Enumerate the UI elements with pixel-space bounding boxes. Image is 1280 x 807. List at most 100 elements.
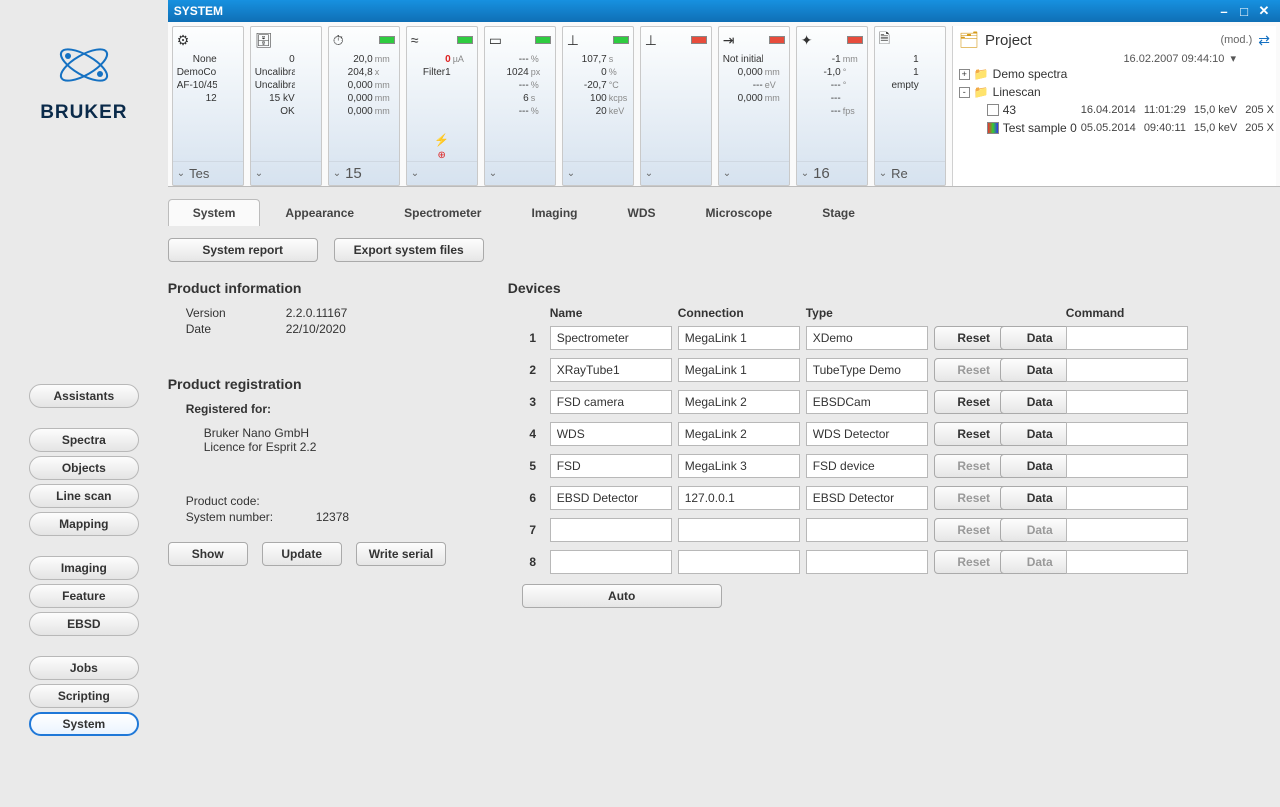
write-serial-button[interactable]: Write serial bbox=[356, 542, 446, 566]
chevron-down-icon[interactable]: ⌄ bbox=[489, 168, 497, 179]
device-type-input[interactable] bbox=[806, 390, 928, 414]
tab-wds[interactable]: WDS bbox=[603, 199, 681, 226]
nav-scripting[interactable]: Scripting bbox=[29, 684, 139, 708]
nav-line-scan[interactable]: Line scan bbox=[29, 484, 139, 508]
device-conn-input[interactable] bbox=[678, 518, 800, 542]
tab-imaging[interactable]: Imaging bbox=[506, 199, 602, 226]
device-command-input[interactable] bbox=[1066, 358, 1188, 382]
device-command-input[interactable] bbox=[1066, 550, 1188, 574]
device-type-input[interactable] bbox=[806, 486, 928, 510]
tree-row[interactable]: -📁Linescan bbox=[959, 83, 1274, 101]
row-number: 1 bbox=[522, 331, 544, 345]
device-type-input[interactable] bbox=[806, 550, 928, 574]
device-name-input[interactable] bbox=[550, 422, 672, 446]
auto-button[interactable]: Auto bbox=[522, 584, 722, 608]
device-command-input[interactable] bbox=[1066, 390, 1188, 414]
card-value: OK bbox=[255, 105, 295, 118]
swap-icon[interactable]: ⇄ bbox=[1258, 32, 1270, 49]
chevron-down-icon[interactable]: ⌄ bbox=[645, 168, 653, 179]
show-button[interactable]: Show bbox=[168, 542, 248, 566]
nav-imaging[interactable]: Imaging bbox=[29, 556, 139, 580]
device-command-input[interactable] bbox=[1066, 486, 1188, 510]
tree-row[interactable]: Test sample 005.05.201409:40:1115,0 keV2… bbox=[959, 119, 1274, 137]
close-button[interactable]: ✕ bbox=[1254, 3, 1274, 19]
nav-ebsd[interactable]: EBSD bbox=[29, 612, 139, 636]
nav-assistants[interactable]: Assistants bbox=[29, 384, 139, 408]
card-value: --- bbox=[489, 79, 529, 92]
device-command-input[interactable] bbox=[1066, 518, 1188, 542]
nav-objects[interactable]: Objects bbox=[29, 456, 139, 480]
device-type-input[interactable] bbox=[806, 454, 928, 478]
export-system-files-button[interactable]: Export system files bbox=[334, 238, 484, 262]
chevron-down-icon[interactable]: ⌄ bbox=[879, 168, 887, 179]
device-type-input[interactable] bbox=[806, 422, 928, 446]
tab-system[interactable]: System bbox=[168, 199, 261, 226]
tree-row[interactable]: +📁Demo spectra bbox=[959, 65, 1274, 83]
device-name-input[interactable] bbox=[550, 326, 672, 350]
chevron-down-icon[interactable]: ⌄ bbox=[333, 168, 341, 179]
device-type-input[interactable] bbox=[806, 358, 928, 382]
row-number: 2 bbox=[522, 363, 544, 377]
card-value: Not initialize bbox=[723, 53, 763, 66]
device-row: 8 Reset Data bbox=[522, 550, 1270, 574]
device-command-input[interactable] bbox=[1066, 422, 1188, 446]
device-row: 1 Reset Data bbox=[522, 326, 1270, 350]
device-row: 5 Reset Data bbox=[522, 454, 1270, 478]
device-name-input[interactable] bbox=[550, 358, 672, 382]
chevron-down-icon[interactable]: ⌄ bbox=[255, 168, 263, 179]
device-conn-input[interactable] bbox=[678, 390, 800, 414]
tree-label: Test sample 0 bbox=[1003, 121, 1077, 135]
tab-appearance[interactable]: Appearance bbox=[260, 199, 379, 226]
chevron-down-icon[interactable]: ⌄ bbox=[801, 168, 809, 179]
nav-feature[interactable]: Feature bbox=[29, 584, 139, 608]
card-value: None bbox=[177, 53, 217, 66]
device-type-input[interactable] bbox=[806, 518, 928, 542]
card-unit bbox=[841, 92, 863, 105]
card-unit: mm bbox=[373, 53, 395, 66]
chevron-down-icon[interactable]: ⌄ bbox=[411, 168, 419, 179]
card-value: DemoCo Ltd bbox=[177, 66, 217, 79]
device-name-input[interactable] bbox=[550, 454, 672, 478]
device-name-input[interactable] bbox=[550, 518, 672, 542]
card-unit: keV bbox=[607, 105, 629, 118]
device-name-input[interactable] bbox=[550, 390, 672, 414]
card-unit: % bbox=[607, 66, 629, 79]
device-name-input[interactable] bbox=[550, 550, 672, 574]
device-conn-input[interactable] bbox=[678, 326, 800, 350]
device-command-input[interactable] bbox=[1066, 454, 1188, 478]
nav-system[interactable]: System bbox=[29, 712, 139, 736]
device-name-input[interactable] bbox=[550, 486, 672, 510]
project-date: 16.02.2007 09:44:10 ▾ bbox=[1123, 52, 1274, 65]
device-conn-input[interactable] bbox=[678, 454, 800, 478]
update-button[interactable]: Update bbox=[262, 542, 342, 566]
nav-jobs[interactable]: Jobs bbox=[29, 656, 139, 680]
card-foot-label: 16 bbox=[813, 165, 830, 182]
status-indicator bbox=[847, 36, 863, 44]
tab-spectrometer[interactable]: Spectrometer bbox=[379, 199, 506, 226]
card-value: -1,0 bbox=[801, 66, 841, 79]
expand-toggle[interactable]: - bbox=[959, 87, 970, 98]
tab-stage[interactable]: Stage bbox=[797, 199, 880, 226]
minimize-button[interactable]: – bbox=[1214, 4, 1234, 19]
chevron-down-icon[interactable]: ⌄ bbox=[567, 168, 575, 179]
device-type-input[interactable] bbox=[806, 326, 928, 350]
card-value: Uncalibrate bbox=[255, 66, 295, 79]
system-report-button[interactable]: System report bbox=[168, 238, 318, 262]
chevron-down-icon[interactable]: ⌄ bbox=[723, 168, 731, 179]
card-value: 6 bbox=[489, 92, 529, 105]
nav-spectra[interactable]: Spectra bbox=[29, 428, 139, 452]
device-conn-input[interactable] bbox=[678, 486, 800, 510]
device-conn-input[interactable] bbox=[678, 422, 800, 446]
chevron-down-icon[interactable]: ⌄ bbox=[177, 168, 185, 179]
device-row: 2 Reset Data bbox=[522, 358, 1270, 382]
maximize-button[interactable]: □ bbox=[1234, 4, 1254, 19]
device-conn-input[interactable] bbox=[678, 358, 800, 382]
col-type: Type bbox=[806, 306, 928, 320]
expand-toggle[interactable]: + bbox=[959, 69, 970, 80]
device-conn-input[interactable] bbox=[678, 550, 800, 574]
device-command-input[interactable] bbox=[1066, 326, 1188, 350]
tree-row[interactable]: 4316.04.201411:01:2915,0 keV205 X bbox=[959, 101, 1274, 119]
nav-mapping[interactable]: Mapping bbox=[29, 512, 139, 536]
card-unit: % bbox=[529, 79, 551, 92]
tab-microscope[interactable]: Microscope bbox=[681, 199, 798, 226]
